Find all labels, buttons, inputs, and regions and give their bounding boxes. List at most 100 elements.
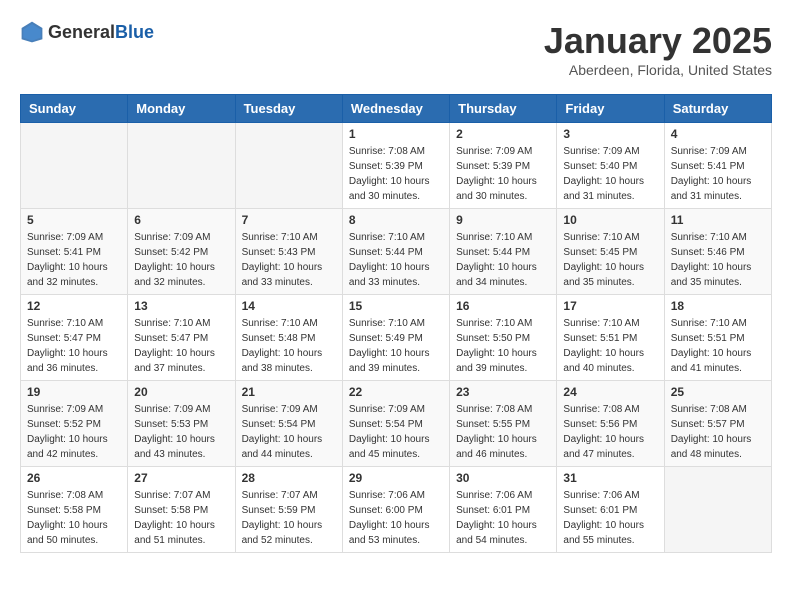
calendar-cell: 14 Sunrise: 7:10 AMSunset: 5:48 PMDayligh… (235, 295, 342, 381)
weekday-header-saturday: Saturday (664, 95, 771, 123)
day-number: 1 (349, 127, 443, 141)
calendar-cell: 18Sunrise: 7:10 AMSunset: 5:51 PMDayligh… (664, 295, 771, 381)
calendar-week-row: 26 Sunrise: 7:08 AMSunset: 5:58 PMDayligh… (21, 467, 772, 553)
day-number: 7 (242, 213, 336, 227)
calendar-cell: 1 Sunrise: 7:08 AMSunset: 5:39 PMDaylight… (342, 123, 449, 209)
day-number: 25 (671, 385, 765, 399)
day-number: 8 (349, 213, 443, 227)
day-number: 6 (134, 213, 228, 227)
day-info: Sunrise: 7:09 AMSunset: 5:42 PMDaylight:… (134, 230, 228, 290)
weekday-header-row: SundayMondayTuesdayWednesdayThursdayFrid… (21, 95, 772, 123)
weekday-header-sunday: Sunday (21, 95, 128, 123)
page-header: GeneralBlue January 2025 Aberdeen, Flori… (20, 20, 772, 78)
day-info: Sunrise: 7:08 AMSunset: 5:58 PMDaylight:… (27, 488, 121, 548)
calendar-cell: 21 Sunrise: 7:09 AMSunset: 5:54 PMDayligh… (235, 381, 342, 467)
calendar-cell: 31 Sunrise: 7:06 AMSunset: 6:01 PMDayligh… (557, 467, 664, 553)
day-number: 10 (563, 213, 657, 227)
calendar-cell: 5 Sunrise: 7:09 AMSunset: 5:41 PMDaylight… (21, 209, 128, 295)
day-number: 26 (27, 471, 121, 485)
day-info: Sunrise: 7:10 AMSunset: 5:48 PMDaylight:… (242, 316, 336, 376)
day-info: Sunrise: 7:10 AMSunset: 5:44 PMDaylight:… (349, 230, 443, 290)
weekday-header-tuesday: Tuesday (235, 95, 342, 123)
calendar-cell: 2 Sunrise: 7:09 AMSunset: 5:39 PMDaylight… (450, 123, 557, 209)
calendar-table: SundayMondayTuesdayWednesdayThursdayFrid… (20, 94, 772, 553)
calendar-cell: 26 Sunrise: 7:08 AMSunset: 5:58 PMDayligh… (21, 467, 128, 553)
day-info: Sunrise: 7:09 AMSunset: 5:54 PMDaylight:… (349, 402, 443, 462)
calendar-week-row: 5 Sunrise: 7:09 AMSunset: 5:41 PMDaylight… (21, 209, 772, 295)
day-info: Sunrise: 7:07 AMSunset: 5:59 PMDaylight:… (242, 488, 336, 548)
calendar-cell: 24 Sunrise: 7:08 AMSunset: 5:56 PMDayligh… (557, 381, 664, 467)
calendar-week-row: 1 Sunrise: 7:08 AMSunset: 5:39 PMDaylight… (21, 123, 772, 209)
day-number: 28 (242, 471, 336, 485)
day-info: Sunrise: 7:08 AMSunset: 5:56 PMDaylight:… (563, 402, 657, 462)
day-info: Sunrise: 7:09 AMSunset: 5:41 PMDaylight:… (671, 144, 765, 204)
calendar-cell (664, 467, 771, 553)
day-info: Sunrise: 7:09 AMSunset: 5:39 PMDaylight:… (456, 144, 550, 204)
day-number: 17 (563, 299, 657, 313)
day-number: 5 (27, 213, 121, 227)
calendar-cell: 27 Sunrise: 7:07 AMSunset: 5:58 PMDayligh… (128, 467, 235, 553)
calendar-cell: 4 Sunrise: 7:09 AMSunset: 5:41 PMDaylight… (664, 123, 771, 209)
calendar-cell: 7Sunrise: 7:10 AMSunset: 5:43 PMDaylight… (235, 209, 342, 295)
day-number: 29 (349, 471, 443, 485)
day-info: Sunrise: 7:10 AMSunset: 5:51 PMDaylight:… (671, 316, 765, 376)
day-info: Sunrise: 7:10 AMSunset: 5:47 PMDaylight:… (27, 316, 121, 376)
day-info: Sunrise: 7:06 AMSunset: 6:01 PMDaylight:… (456, 488, 550, 548)
calendar-cell: 8 Sunrise: 7:10 AMSunset: 5:44 PMDaylight… (342, 209, 449, 295)
calendar-cell: 22Sunrise: 7:09 AMSunset: 5:54 PMDayligh… (342, 381, 449, 467)
logo-general: General (48, 22, 115, 42)
weekday-header-thursday: Thursday (450, 95, 557, 123)
day-info: Sunrise: 7:09 AMSunset: 5:40 PMDaylight:… (563, 144, 657, 204)
calendar-cell (21, 123, 128, 209)
calendar-cell: 10 Sunrise: 7:10 AMSunset: 5:45 PMDayligh… (557, 209, 664, 295)
day-info: Sunrise: 7:10 AMSunset: 5:44 PMDaylight:… (456, 230, 550, 290)
day-info: Sunrise: 7:10 AMSunset: 5:51 PMDaylight:… (563, 316, 657, 376)
day-number: 9 (456, 213, 550, 227)
day-number: 30 (456, 471, 550, 485)
weekday-header-monday: Monday (128, 95, 235, 123)
calendar-cell: 29Sunrise: 7:06 AMSunset: 6:00 PMDayligh… (342, 467, 449, 553)
logo-text: GeneralBlue (48, 22, 154, 43)
calendar-cell: 9 Sunrise: 7:10 AMSunset: 5:44 PMDaylight… (450, 209, 557, 295)
day-info: Sunrise: 7:09 AMSunset: 5:54 PMDaylight:… (242, 402, 336, 462)
day-number: 20 (134, 385, 228, 399)
day-info: Sunrise: 7:09 AMSunset: 5:41 PMDaylight:… (27, 230, 121, 290)
calendar-cell: 23Sunrise: 7:08 AMSunset: 5:55 PMDayligh… (450, 381, 557, 467)
calendar-cell: 11Sunrise: 7:10 AMSunset: 5:46 PMDayligh… (664, 209, 771, 295)
location-subtitle: Aberdeen, Florida, United States (544, 62, 772, 78)
calendar-cell: 19Sunrise: 7:09 AMSunset: 5:52 PMDayligh… (21, 381, 128, 467)
logo-icon (20, 20, 44, 44)
day-number: 12 (27, 299, 121, 313)
calendar-week-row: 12 Sunrise: 7:10 AMSunset: 5:47 PMDayligh… (21, 295, 772, 381)
day-number: 19 (27, 385, 121, 399)
calendar-cell: 13Sunrise: 7:10 AMSunset: 5:47 PMDayligh… (128, 295, 235, 381)
logo-blue: Blue (115, 22, 154, 42)
day-number: 27 (134, 471, 228, 485)
day-info: Sunrise: 7:08 AMSunset: 5:39 PMDaylight:… (349, 144, 443, 204)
calendar-cell: 28 Sunrise: 7:07 AMSunset: 5:59 PMDayligh… (235, 467, 342, 553)
day-info: Sunrise: 7:10 AMSunset: 5:49 PMDaylight:… (349, 316, 443, 376)
day-info: Sunrise: 7:07 AMSunset: 5:58 PMDaylight:… (134, 488, 228, 548)
day-info: Sunrise: 7:06 AMSunset: 6:01 PMDaylight:… (563, 488, 657, 548)
day-info: Sunrise: 7:09 AMSunset: 5:53 PMDaylight:… (134, 402, 228, 462)
day-number: 14 (242, 299, 336, 313)
calendar-cell: 20 Sunrise: 7:09 AMSunset: 5:53 PMDayligh… (128, 381, 235, 467)
day-number: 23 (456, 385, 550, 399)
weekday-header-friday: Friday (557, 95, 664, 123)
calendar-cell: 15Sunrise: 7:10 AMSunset: 5:49 PMDayligh… (342, 295, 449, 381)
calendar-week-row: 19Sunrise: 7:09 AMSunset: 5:52 PMDayligh… (21, 381, 772, 467)
month-year-title: January 2025 (544, 20, 772, 62)
day-number: 24 (563, 385, 657, 399)
calendar-cell (235, 123, 342, 209)
day-number: 16 (456, 299, 550, 313)
day-number: 2 (456, 127, 550, 141)
calendar-cell: 16Sunrise: 7:10 AMSunset: 5:50 PMDayligh… (450, 295, 557, 381)
day-number: 11 (671, 213, 765, 227)
calendar-cell: 12 Sunrise: 7:10 AMSunset: 5:47 PMDayligh… (21, 295, 128, 381)
day-info: Sunrise: 7:10 AMSunset: 5:45 PMDaylight:… (563, 230, 657, 290)
day-number: 13 (134, 299, 228, 313)
calendar-cell: 17 Sunrise: 7:10 AMSunset: 5:51 PMDayligh… (557, 295, 664, 381)
day-number: 4 (671, 127, 765, 141)
day-number: 31 (563, 471, 657, 485)
day-number: 21 (242, 385, 336, 399)
